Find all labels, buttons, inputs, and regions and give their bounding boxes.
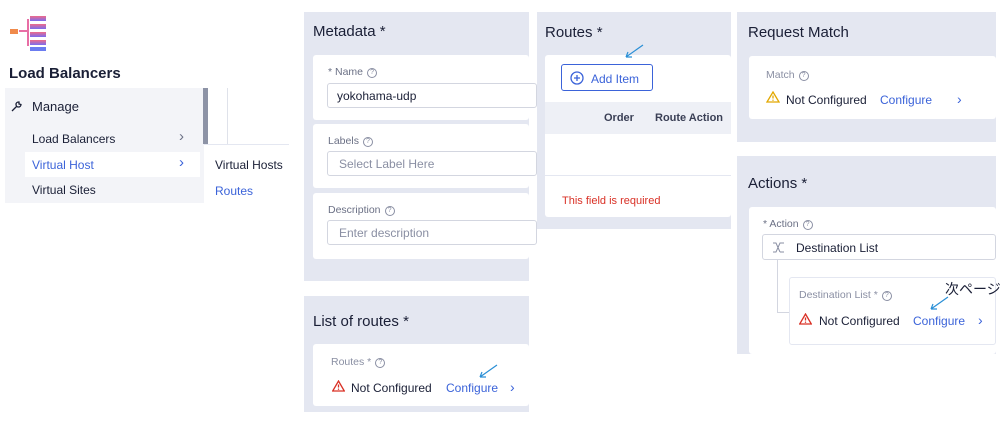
column-header-order: Order [604, 112, 634, 124]
chevron-right-icon[interactable]: › [510, 379, 515, 395]
wrench-icon [11, 101, 22, 112]
labels-label: Labels? [328, 135, 373, 147]
sidebar-item-label: Virtual Sites [32, 183, 96, 197]
help-icon[interactable]: ? [881, 291, 892, 301]
help-icon[interactable]: ? [362, 137, 373, 147]
plus-circle-icon [570, 71, 584, 85]
chevron-right-icon[interactable]: › [978, 312, 983, 328]
match-status: Not Configured [786, 93, 867, 107]
chevron-right-icon: › [179, 128, 184, 145]
sidebar-item-load-balancers[interactable]: Load Balancers › [25, 126, 200, 152]
description-input[interactable]: Enter description [327, 220, 537, 245]
routes-configure-link[interactable]: Configure [446, 381, 498, 395]
match-label: Match? [766, 69, 809, 81]
sidebar-item-virtual-host[interactable]: Virtual Host › [25, 152, 200, 177]
destination-list-configure-link[interactable]: Configure [913, 314, 965, 328]
submenu-item-routes[interactable]: Routes [215, 184, 253, 198]
sidebar-item-virtual-sites[interactable]: Virtual Sites [25, 177, 200, 203]
add-item-button[interactable]: Add Item [561, 64, 653, 91]
chevron-right-icon: › [179, 154, 184, 171]
warning-icon [766, 91, 780, 103]
metadata-panel: Metadata * * Name? yokohama-udp Labels? … [304, 12, 537, 412]
annotation-arrow-icon [625, 44, 644, 58]
route-split-icon [773, 242, 784, 253]
match-configure-link[interactable]: Configure [880, 93, 932, 107]
chevron-right-icon[interactable]: › [957, 91, 962, 107]
request-match-panel: Request Match Match? Not Configured Conf… [737, 12, 996, 354]
routes-table-header: Order Route Action [545, 102, 731, 134]
labels-card: Labels? Select Label Here [313, 124, 537, 188]
name-label: * Name? [328, 66, 378, 78]
warning-icon [332, 380, 345, 392]
warning-icon [799, 313, 812, 325]
sidebar-title: Load Balancers [9, 65, 121, 82]
table-divider [545, 175, 731, 176]
description-label: Description? [328, 204, 395, 216]
action-label: * Action? [763, 218, 813, 230]
action-select[interactable]: Destination List [762, 234, 996, 260]
help-icon[interactable]: ? [798, 71, 809, 81]
routes-panel: Routes * Add Item Order Route Action Thi… [537, 12, 731, 229]
destination-list-label: Destination List *? [799, 289, 892, 301]
list-of-routes-title: List of routes * [313, 313, 409, 330]
help-icon[interactable]: ? [375, 358, 386, 368]
actions-title: Actions * [748, 175, 808, 192]
manage-heading[interactable]: Manage [32, 99, 79, 114]
annotation-arrow-icon [930, 296, 949, 310]
routes-field-label: Routes *? [331, 356, 386, 368]
annotation-arrow-icon [479, 364, 498, 378]
sidebar-divider [227, 88, 228, 144]
column-header-route-action: Route Action [655, 112, 724, 124]
routes-title: Routes * [545, 24, 603, 41]
labels-input[interactable]: Select Label Here [327, 151, 537, 176]
description-card: Description? Enter description [313, 193, 537, 259]
tree-connector [777, 260, 789, 313]
load-balancer-logo-icon [10, 16, 46, 51]
request-match-title: Request Match [748, 24, 849, 41]
name-input[interactable]: yokohama-udp [327, 83, 537, 108]
routes-status: Not Configured [351, 381, 432, 395]
sidebar-scrollbar[interactable] [203, 88, 208, 144]
metadata-title: Metadata * [313, 23, 386, 40]
match-card: Match? Not Configured Configure › [749, 56, 996, 119]
help-icon[interactable]: ? [367, 68, 378, 78]
sidebar-item-label: Load Balancers [32, 132, 116, 146]
action-select-value: Destination List [796, 241, 879, 255]
section-gap [737, 142, 996, 156]
name-card: * Name? yokohama-udp [313, 55, 537, 120]
submenu-item-virtual-hosts[interactable]: Virtual Hosts [215, 158, 283, 172]
sidebar-item-label: Virtual Host [32, 158, 94, 172]
section-gap [304, 281, 529, 296]
add-item-label: Add Item [591, 72, 640, 86]
sidebar: Load Balancers Manage Load Balancers › V… [0, 0, 300, 421]
destination-list-status: Not Configured [819, 314, 900, 328]
annotation-next-page: 次ページ [945, 282, 1001, 298]
error-message: This field is required [562, 195, 661, 207]
help-icon[interactable]: ? [802, 220, 813, 230]
help-icon[interactable]: ? [384, 206, 395, 216]
